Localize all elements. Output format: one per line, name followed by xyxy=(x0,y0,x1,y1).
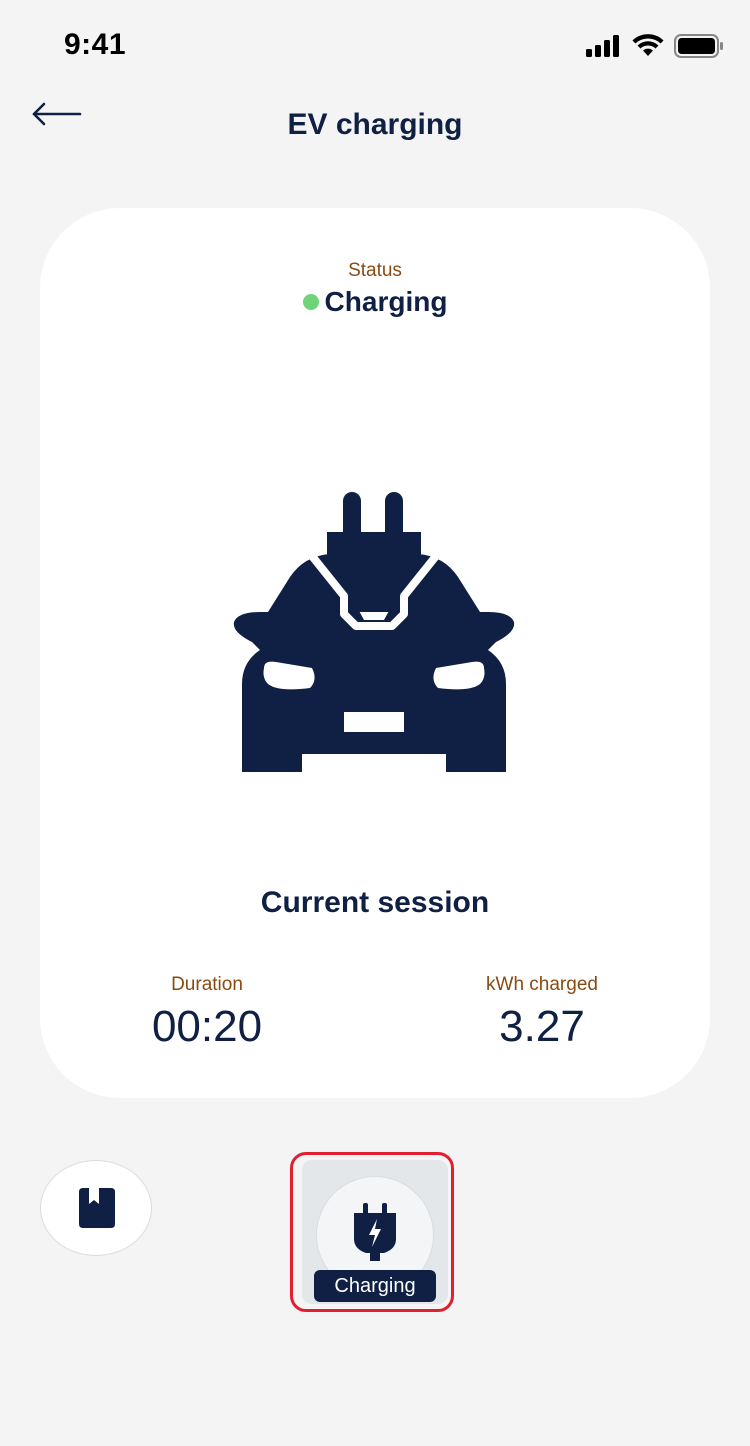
current-session-title: Current session xyxy=(260,886,490,919)
battery-icon xyxy=(674,34,723,58)
charging-status-card: Status Charging Current session Duration… xyxy=(40,208,710,1098)
duration-label: Duration xyxy=(171,974,243,995)
charging-nav-label: Charging xyxy=(314,1270,436,1302)
status-icons xyxy=(586,34,724,58)
status-dot-icon xyxy=(302,294,319,310)
wifi-icon xyxy=(632,34,664,56)
duration-metric: Duration 00:20 xyxy=(57,974,357,1052)
kwh-metric: kWh charged 3.27 xyxy=(392,974,692,1052)
status-time: 9:41 xyxy=(64,28,127,61)
plug-lightning-icon xyxy=(354,1203,396,1261)
duration-value: 00:20 xyxy=(151,1002,263,1051)
status-row: Charging xyxy=(40,286,710,318)
bookmark-button[interactable] xyxy=(40,1160,152,1256)
ev-car-plug-icon xyxy=(233,492,515,778)
charging-nav-button[interactable]: Charging xyxy=(302,1160,448,1304)
status-bar: 9:41 xyxy=(0,0,750,90)
status-label: Status xyxy=(348,260,402,281)
page-title: EV charging xyxy=(287,108,463,141)
kwh-value: 3.27 xyxy=(499,1002,585,1051)
kwh-label: kWh charged xyxy=(486,974,598,995)
cellular-signal-icon xyxy=(586,35,619,57)
status-value: Charging xyxy=(324,286,448,317)
bookmark-icon xyxy=(79,1188,115,1228)
